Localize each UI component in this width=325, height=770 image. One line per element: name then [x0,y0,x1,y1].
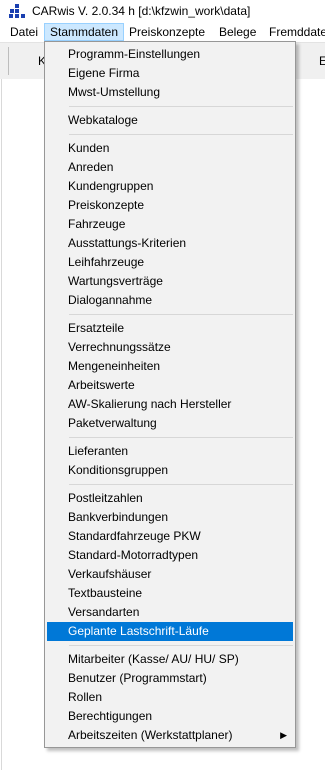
menu-item-label: Leihfahrzeuge [68,255,145,269]
menu-item-programm-einstellungen[interactable]: Programm-Einstellungen [45,45,295,64]
menu-item-label: Preiskonzepte [68,198,145,212]
menu-item-label: Eigene Firma [68,66,140,80]
menu-item-arbeitszeiten-werkstattplaner[interactable]: Arbeitszeiten (Werkstattplaner) ▶ [45,726,295,745]
menu-separator [69,484,293,485]
menu-item-label: Benutzer (Programmstart) [68,671,207,685]
menu-item-label: Kundengruppen [68,179,154,193]
menu-belege[interactable]: Belege [214,23,261,41]
menu-item-lieferanten[interactable]: Lieferanten [45,442,295,461]
window-title: CARwis V. 2.0.34 h [d:\kfzwin_work\data] [32,4,251,18]
menu-item-mwst-umstellung[interactable]: Mwst-Umstellung [45,83,295,102]
menu-item-mengeneinheiten[interactable]: Mengeneinheiten [45,357,295,376]
menu-item-label: Mitarbeiter (Kasse/ AU/ HU/ SP) [68,652,239,666]
menu-item-benutzer-programmstart[interactable]: Benutzer (Programmstart) [45,669,295,688]
menu-item-label: Geplante Lastschrift-Läufe [68,624,209,638]
menu-item-label: Kunden [68,141,110,155]
menu-item-label: Ausstattungs-Kriterien [68,236,187,250]
menu-item-label: Rollen [68,690,103,704]
menu-item-label: Programm-Einstellungen [68,47,201,61]
app-logo-icon [9,4,25,18]
menu-item-mitarbeiter-kasse-au-hu-sp[interactable]: Mitarbeiter (Kasse/ AU/ HU/ SP) [45,650,295,669]
menu-separator [69,134,293,135]
menu-bar: Datei Stammdaten Preiskonzepte Belege Fr… [0,22,325,42]
menu-item-aw-skalierung-nach-hersteller[interactable]: AW-Skalierung nach Hersteller [45,395,295,414]
menu-item-label: Standardfahrzeuge PKW [68,529,201,543]
menu-item-paketverwaltung[interactable]: Paketverwaltung [45,414,295,433]
menu-item-textbausteine[interactable]: Textbausteine [45,584,295,603]
menu-item-bankverbindungen[interactable]: Bankverbindungen [45,508,295,527]
menu-item-ersatzteile[interactable]: Ersatzteile [45,319,295,338]
menu-item-label: Dialogannahme [68,293,153,307]
menu-item-verkaufshäuser[interactable]: Verkaufshäuser [45,565,295,584]
menu-item-label: Mengeneinheiten [68,359,161,373]
menu-item-label: Ersatzteile [68,321,125,335]
menu-item-label: Fahrzeuge [68,217,126,231]
menu-item-label: Berechtigungen [68,709,153,723]
menu-item-postleitzahlen[interactable]: Postleitzahlen [45,489,295,508]
menu-item-label: Mwst-Umstellung [68,85,161,99]
menu-item-label: Verkaufshäuser [68,567,152,581]
menu-preiskonzepte[interactable]: Preiskonzepte [124,23,210,41]
menu-item-ausstattungs-kriterien[interactable]: Ausstattungs-Kriterien [45,234,295,253]
menu-separator [69,437,293,438]
menu-item-label: Webkataloge [68,113,138,127]
menu-item-konditionsgruppen[interactable]: Konditionsgruppen [45,461,295,480]
menu-item-label: Arbeitszeiten (Werkstattplaner) [68,728,233,742]
menu-fremddaten[interactable]: Fremddaten [264,23,325,41]
menu-item-standardfahrzeuge-pkw[interactable]: Standardfahrzeuge PKW [45,527,295,546]
menu-item-wartungsverträge[interactable]: Wartungsverträge [45,272,295,291]
menu-datei[interactable]: Datei [5,23,43,41]
menu-item-fahrzeuge[interactable]: Fahrzeuge [45,215,295,234]
menu-item-verrechnungssätze[interactable]: Verrechnungssätze [45,338,295,357]
menu-item-label: Arbeitswerte [68,378,135,392]
toolbar-grip[interactable] [0,47,9,75]
menu-item-label: Versandarten [68,605,140,619]
menu-item-label: AW-Skalierung nach Hersteller [68,397,232,411]
workspace-border [1,79,2,770]
menu-item-label: Bankverbindungen [68,510,169,524]
menu-separator [69,106,293,107]
menu-item-label: Postleitzahlen [68,491,143,505]
menu-item-versandarten[interactable]: Versandarten [45,603,295,622]
menu-item-label: Verrechnungssätze [68,340,171,354]
menu-separator [69,314,293,315]
menu-item-label: Paketverwaltung [68,416,157,430]
menu-item-preiskonzepte[interactable]: Preiskonzepte [45,196,295,215]
menu-item-geplante-lastschrift-läufe[interactable]: Geplante Lastschrift-Läufe [47,622,293,641]
toolbar-partial-label-right: E [319,54,325,68]
stammdaten-dropdown-menu: Programm-Einstellungen Eigene Firma Mwst-U… [44,41,296,748]
menu-item-leihfahrzeuge[interactable]: Leihfahrzeuge [45,253,295,272]
menu-item-rollen[interactable]: Rollen [45,688,295,707]
menu-item-kunden[interactable]: Kunden [45,139,295,158]
menu-item-label: Konditionsgruppen [68,463,169,477]
menu-item-berechtigungen[interactable]: Berechtigungen [45,707,295,726]
menu-item-label: Textbausteine [68,586,143,600]
menu-item-label: Lieferanten [68,444,129,458]
menu-item-label: Wartungsverträge [68,274,163,288]
menu-item-kundengruppen[interactable]: Kundengruppen [45,177,295,196]
menu-stammdaten[interactable]: Stammdaten [44,23,125,41]
menu-separator [69,645,293,646]
menu-item-eigene-firma[interactable]: Eigene Firma [45,64,295,83]
menu-item-webkataloge[interactable]: Webkataloge [45,111,295,130]
menu-item-anreden[interactable]: Anreden [45,158,295,177]
menu-item-label: Standard-Motorradtypen [68,548,199,562]
menu-item-dialogannahme[interactable]: Dialogannahme [45,291,295,310]
menu-item-arbeitswerte[interactable]: Arbeitswerte [45,376,295,395]
menu-item-label: Anreden [68,160,114,174]
title-bar: CARwis V. 2.0.34 h [d:\kfzwin_work\data] [0,0,325,22]
submenu-arrow-icon: ▶ [280,730,287,740]
menu-item-standard-motorradtypen[interactable]: Standard-Motorradtypen [45,546,295,565]
